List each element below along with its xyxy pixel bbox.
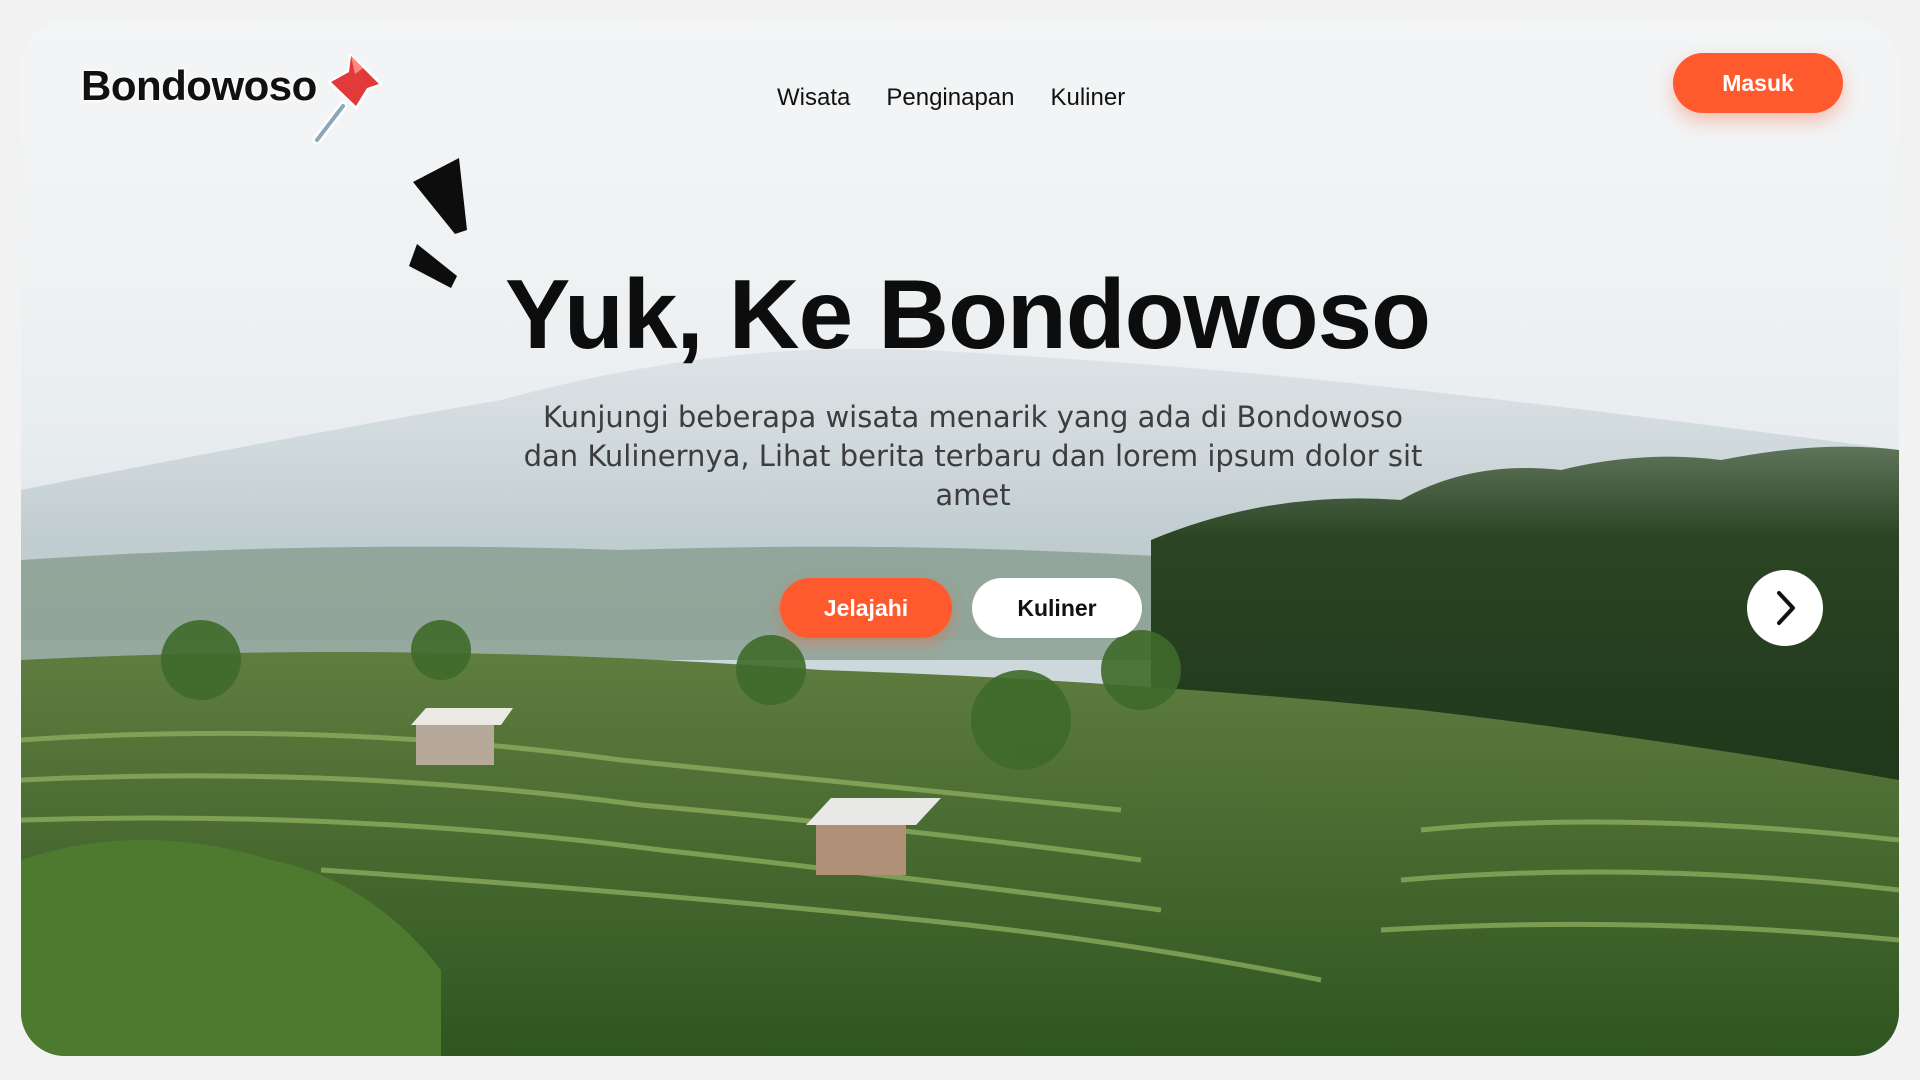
hero-frame: Bondowoso Wisata Penginapan Kuliner Masu… [21, 20, 1899, 1056]
navbar: Bondowoso Wisata Penginapan Kuliner Masu… [21, 20, 1899, 144]
hero-subtitle: Kunjungi beberapa wisata menarik yang ad… [523, 400, 1423, 512]
login-button[interactable]: Masuk [1673, 53, 1843, 113]
nav-link-wisata[interactable]: Wisata [777, 84, 850, 112]
main-nav: Wisata Penginapan Kuliner [777, 84, 1125, 112]
pushpin-icon [312, 52, 383, 144]
next-slide-button[interactable] [1747, 570, 1823, 646]
hero-title: Yuk, Ke Bondowoso [505, 259, 1431, 369]
hero-actions: Jelajahi Kuliner [780, 578, 1142, 638]
brand-name: Bondowoso [81, 62, 317, 109]
nav-link-penginapan[interactable]: Penginapan [886, 84, 1014, 112]
brand-logo[interactable]: Bondowoso [81, 52, 383, 144]
explore-button[interactable]: Jelajahi [780, 578, 952, 638]
culinary-button[interactable]: Kuliner [972, 578, 1142, 638]
chevron-right-icon [1777, 591, 1795, 625]
nav-link-kuliner[interactable]: Kuliner [1050, 84, 1125, 112]
background-landscape-image [21, 20, 1899, 1056]
